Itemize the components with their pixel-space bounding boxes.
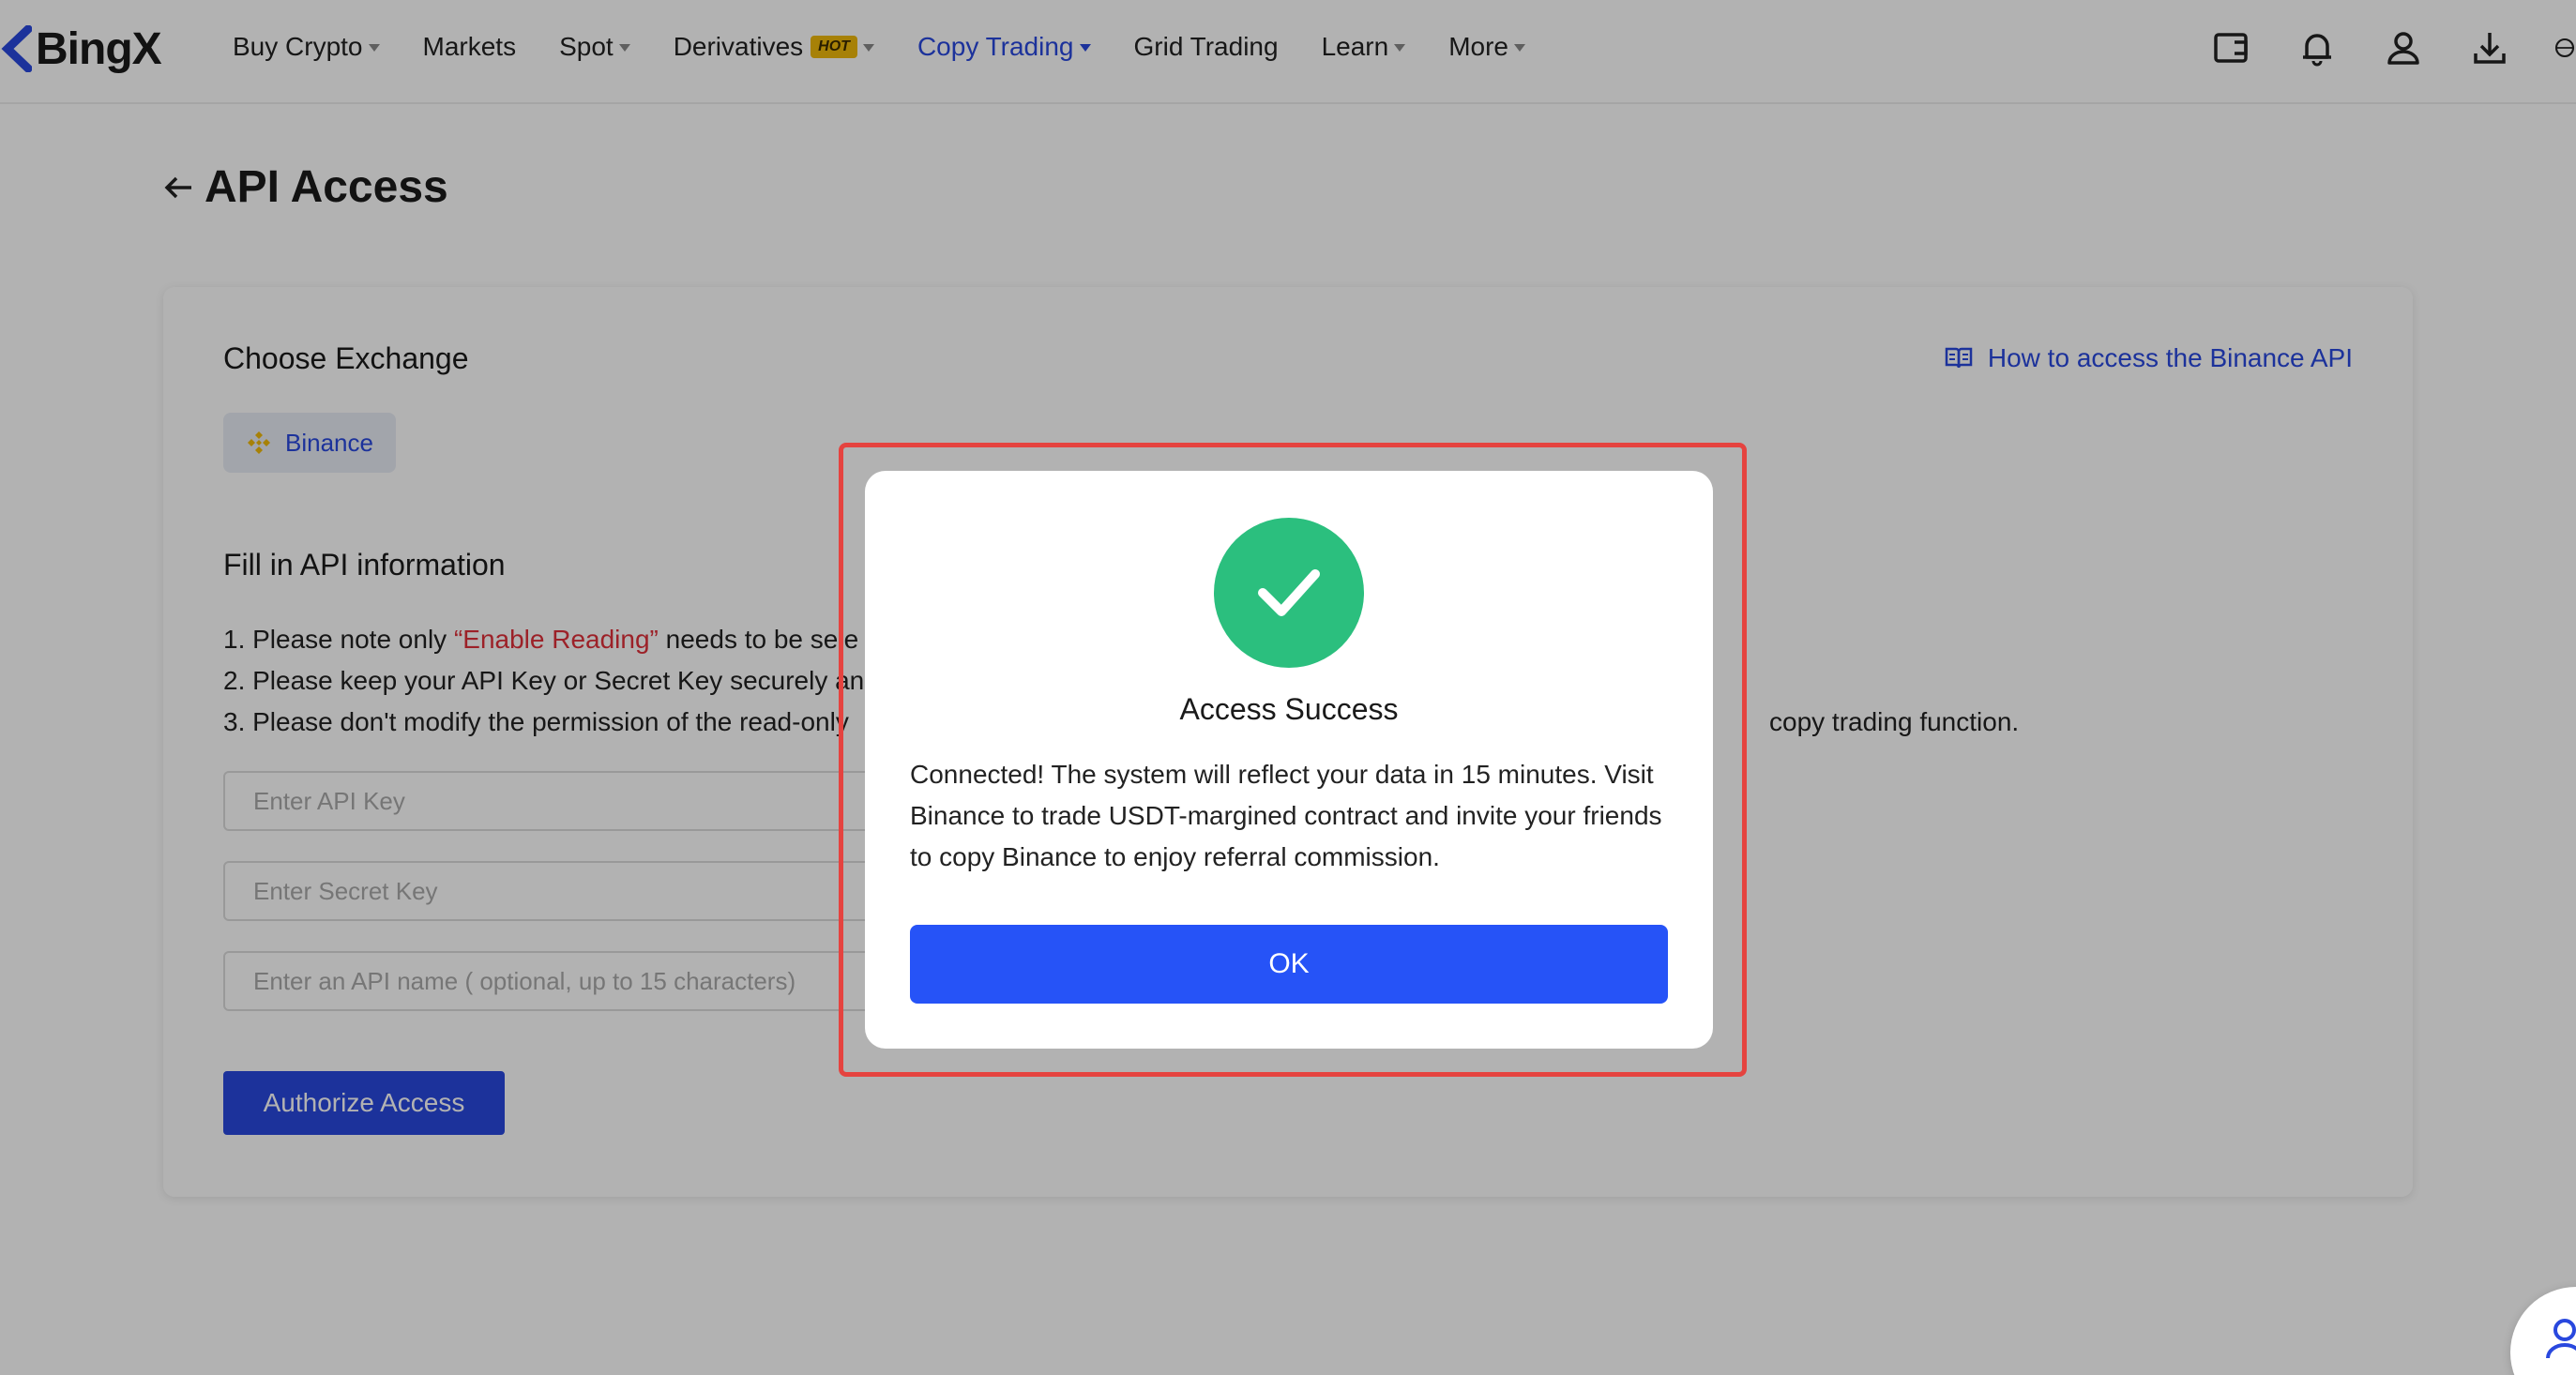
success-check-icon bbox=[1214, 518, 1364, 668]
modal-message: Connected! The system will reflect your … bbox=[910, 760, 1662, 871]
access-success-modal: Access Success Connected! The system wil… bbox=[865, 471, 1713, 1049]
modal-title: Access Success bbox=[1179, 692, 1399, 726]
support-agent-icon bbox=[2546, 1319, 2576, 1359]
ok-button[interactable]: OK bbox=[910, 925, 1668, 1004]
